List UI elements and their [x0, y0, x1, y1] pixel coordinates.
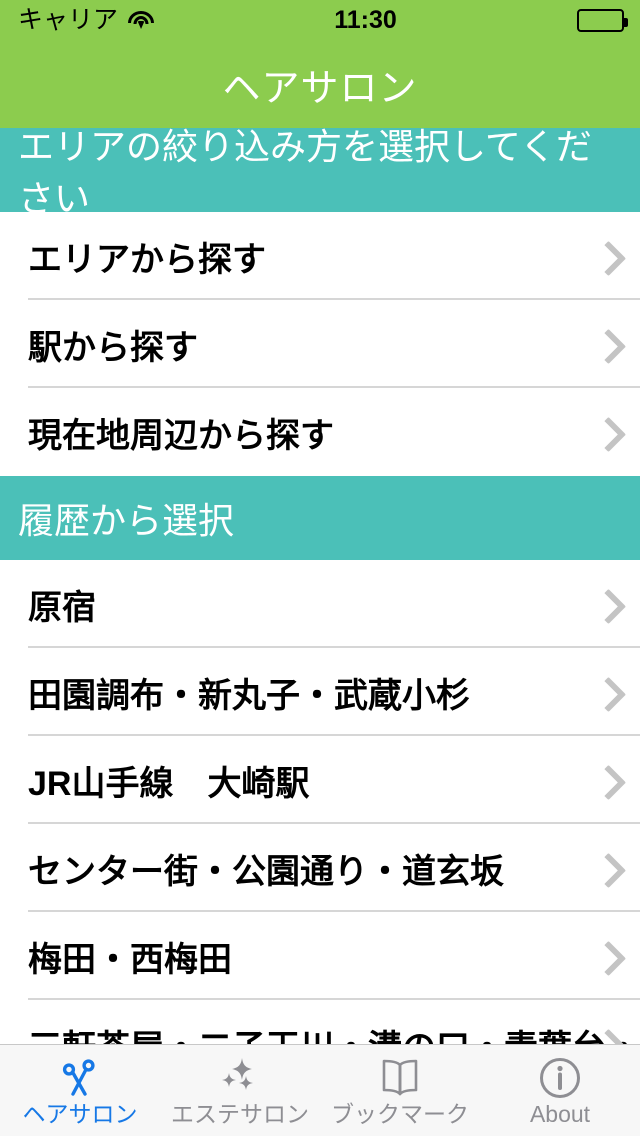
section-header-history: 履歴から選択: [0, 476, 640, 560]
section-header-area-filter: エリアの絞り込み方を選択してください: [0, 128, 640, 219]
tab-label: About: [529, 1101, 591, 1127]
chevron-right-icon: [594, 769, 616, 791]
tab-label: ヘアサロン: [22, 1101, 138, 1127]
chevron-right-icon: [594, 857, 616, 879]
list-item-label: エリアから探す: [28, 240, 266, 279]
list-item-label: 現在地周辺から探す: [28, 416, 334, 455]
tab-esthetic-salon[interactable]: エステサロン: [160, 1045, 320, 1136]
status-bar-center: 11:30: [154, 6, 577, 35]
tab-label: エステサロン: [171, 1101, 309, 1127]
sparkles-icon: [217, 1055, 263, 1101]
list-item-label: 駅から探す: [28, 328, 198, 367]
list-item[interactable]: 駅から探す: [0, 300, 640, 388]
chevron-right-icon: [594, 681, 616, 703]
page-title: ヘアサロン: [222, 67, 418, 110]
app-root: キャリア 11:30 ヘアサロン エリアの絞り込み方を選択してください エリアか…: [0, 0, 640, 1136]
navigation-bar: ヘアサロン: [0, 40, 640, 128]
list-item[interactable]: JR山手線 大崎駅: [0, 736, 640, 824]
list-item[interactable]: 三軒茶屋・二子玉川・溝の口・青葉台・池尻大橋・三軒茶屋・二子玉川: [0, 1000, 640, 1044]
chevron-right-icon: [594, 593, 616, 615]
chevron-right-icon: [594, 421, 616, 443]
tab-hair-salon[interactable]: ヘアサロン: [0, 1045, 160, 1136]
chevron-right-icon: [594, 333, 616, 355]
list-item[interactable]: 梅田・西梅田: [0, 912, 640, 1000]
list-item-label: 三軒茶屋・二子玉川・溝の口・青葉台・池尻大橋・三軒茶屋・二子玉川: [28, 1020, 640, 1045]
list-item[interactable]: 田園調布・新丸子・武蔵小杉: [0, 648, 640, 736]
list-item-label: JR山手線 大崎駅: [28, 764, 310, 803]
list-item-label: センター街・公園通り・道玄坂: [28, 852, 504, 891]
info-circle-icon: [538, 1055, 582, 1101]
chevron-right-icon: [594, 945, 616, 967]
list-item-label: 梅田・西梅田: [28, 940, 232, 979]
tab-bookmark[interactable]: ブックマーク: [320, 1045, 480, 1136]
carrier-label: キャリア: [18, 5, 119, 34]
chevron-right-icon: [594, 245, 616, 267]
list-item[interactable]: センター街・公園通り・道玄坂: [0, 824, 640, 912]
status-bar-left: キャリア: [0, 5, 155, 34]
list-item[interactable]: 現在地周辺から探す: [0, 388, 640, 476]
tab-bar: ヘアサロン エステサロン ブックマーク About: [0, 1044, 640, 1136]
list-scroll-area[interactable]: エリアの絞り込み方を選択してください エリアから探す 駅から探す 現在地周辺から…: [0, 128, 640, 1044]
list-item-label: 原宿: [28, 588, 96, 627]
status-bar-right: [577, 8, 640, 32]
clock-label: 11:30: [334, 5, 397, 34]
status-bar: キャリア 11:30: [0, 0, 640, 40]
wifi-icon: [128, 10, 155, 30]
list-item-label: 田園調布・新丸子・武蔵小杉: [28, 676, 470, 715]
tab-about[interactable]: About: [480, 1045, 640, 1136]
tab-label: ブックマーク: [331, 1101, 469, 1127]
open-book-icon: [376, 1055, 424, 1101]
scissors-icon: [58, 1055, 102, 1101]
list-item[interactable]: 原宿: [0, 560, 640, 648]
chevron-right-icon: [594, 1033, 616, 1044]
list-item[interactable]: エリアから探す: [0, 212, 640, 300]
battery-full-icon: [577, 8, 628, 32]
